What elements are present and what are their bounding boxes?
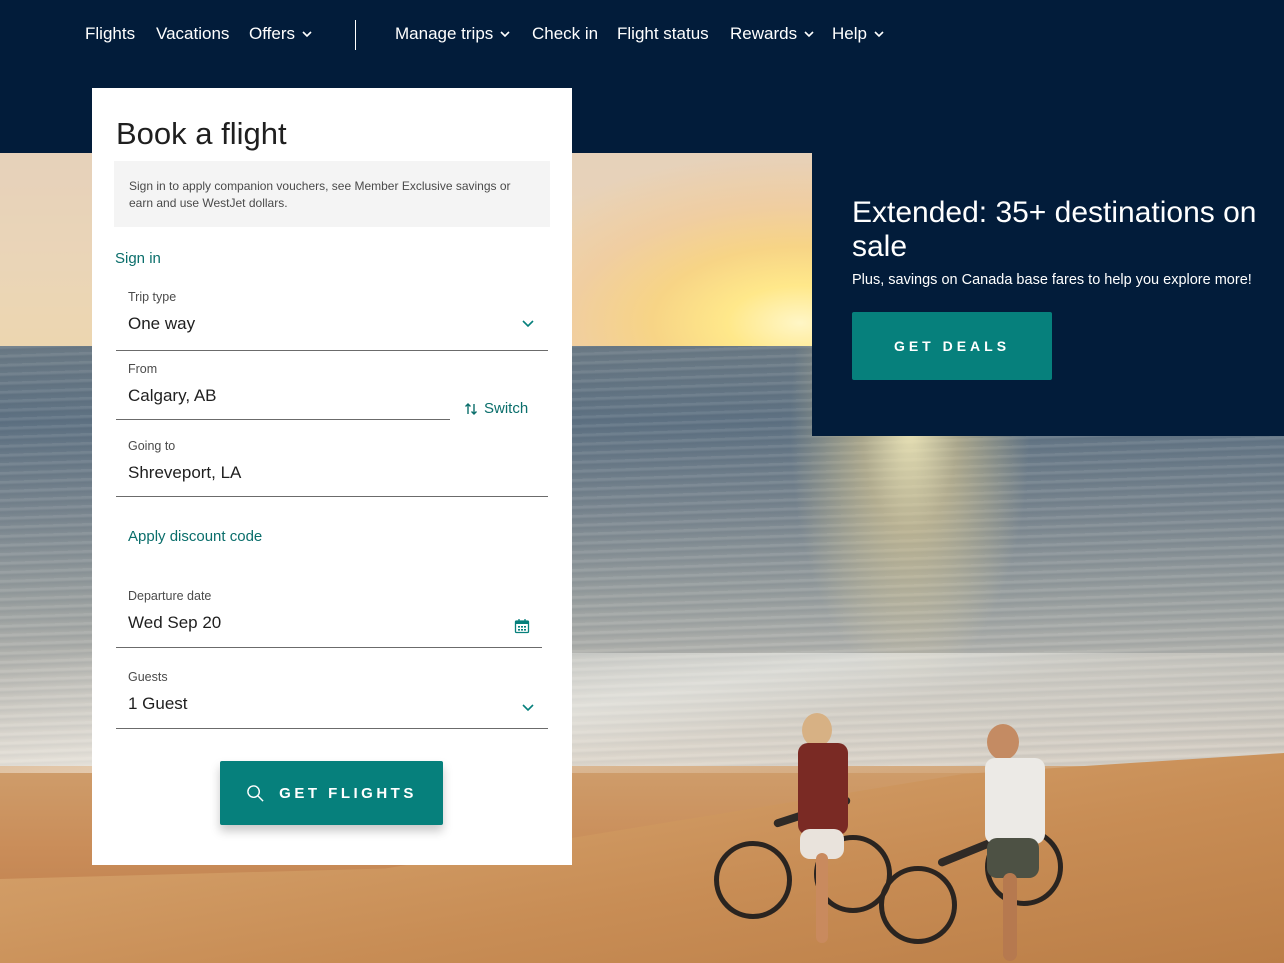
switch-arrows-icon <box>465 402 477 415</box>
rider-torso <box>985 758 1045 844</box>
chevron-down-icon <box>522 704 534 712</box>
departure-date-value: Wed Sep 20 <box>128 613 222 632</box>
book-flight-card: Book a flight Sign in to apply companion… <box>92 88 572 865</box>
rider-leg <box>1003 873 1017 961</box>
nav-flights[interactable]: Flights <box>85 22 135 46</box>
nav-rewards-label: Rewards <box>730 24 798 43</box>
going-to-field[interactable]: Going to Shreveport, LA <box>116 433 548 497</box>
switch-button[interactable]: Switch <box>464 400 528 417</box>
trip-type-label: Trip type <box>128 290 177 304</box>
bike-wheel <box>714 841 792 919</box>
going-to-label: Going to <box>128 439 176 453</box>
nav-rewards[interactable]: Rewards <box>730 22 815 46</box>
nav-manage-trips-label: Manage trips <box>395 24 494 43</box>
rider-head <box>987 724 1019 760</box>
nav-check-in[interactable]: Check in <box>532 22 598 46</box>
trip-type-select[interactable]: Trip type One way <box>116 284 548 351</box>
chevron-down-icon <box>522 320 534 328</box>
rider-shorts <box>987 838 1039 878</box>
from-field[interactable]: From Calgary, AB <box>116 356 450 420</box>
chevron-down-icon <box>302 31 312 38</box>
nav-manage-trips[interactable]: Manage trips <box>395 22 511 46</box>
rider-head <box>802 713 832 747</box>
departure-date-label: Departure date <box>128 589 212 603</box>
nav-flight-status[interactable]: Flight status <box>617 22 709 46</box>
promo-panel: Extended: 35+ destinations on sale Plus,… <box>812 153 1284 436</box>
nav-offers[interactable]: Offers <box>249 22 313 46</box>
guests-label: Guests <box>128 670 168 684</box>
get-deals-button[interactable]: GET DEALS <box>852 312 1052 380</box>
get-flights-label: GET FLIGHTS <box>279 784 417 802</box>
nav-help[interactable]: Help <box>832 22 885 46</box>
chevron-down-icon <box>804 31 814 38</box>
search-icon <box>247 784 264 802</box>
nav-flights-label: Flights <box>85 24 136 43</box>
chevron-down-icon <box>874 31 884 38</box>
apply-discount-link[interactable]: Apply discount code <box>128 528 262 545</box>
promo-title: Extended: 35+ destinations on sale <box>852 196 1257 263</box>
nav-divider <box>355 20 356 50</box>
nav-help-label: Help <box>832 24 867 43</box>
rider-leg <box>816 853 828 943</box>
from-value: Calgary, AB <box>128 386 217 405</box>
guests-select[interactable]: Guests 1 Guest <box>116 664 548 729</box>
departure-date-field[interactable]: Departure date Wed Sep 20 <box>116 583 542 648</box>
page-title: Book a flight <box>116 116 287 151</box>
get-flights-button[interactable]: GET FLIGHTS <box>220 761 443 825</box>
nav-vacations[interactable]: Vacations <box>156 22 229 46</box>
bike-wheel <box>879 866 957 944</box>
nav-flight-status-label: Flight status <box>617 24 709 43</box>
nav-vacations-label: Vacations <box>156 24 230 43</box>
going-to-value: Shreveport, LA <box>128 463 242 482</box>
switch-label: Switch <box>484 400 529 417</box>
trip-type-value: One way <box>128 314 196 333</box>
signin-notice: Sign in to apply companion vouchers, see… <box>114 161 550 227</box>
nav-offers-label: Offers <box>249 24 295 43</box>
chevron-down-icon <box>500 31 510 38</box>
nav-check-in-label: Check in <box>532 24 599 43</box>
from-label: From <box>128 362 158 376</box>
promo-subtitle: Plus, savings on Canada base fares to he… <box>852 272 1252 288</box>
sign-in-link[interactable]: Sign in <box>115 250 161 267</box>
calendar-icon[interactable] <box>514 618 530 634</box>
guests-value: 1 Guest <box>128 694 188 713</box>
rider-torso <box>798 743 848 835</box>
cyclist-man <box>875 718 1095 963</box>
